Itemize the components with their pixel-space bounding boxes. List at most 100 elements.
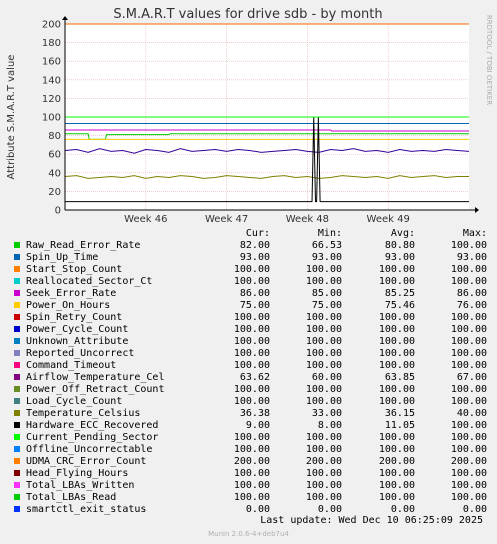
legend-avg: 100.00: [378, 324, 415, 335]
legend-row: Total_LBAs_Read 100.00 100.00 100.00 100.00: [12, 492, 492, 504]
legend-min: 100.00: [305, 468, 342, 479]
legend-name: Total_LBAs_Written: [26, 480, 135, 491]
legend-avg: 200.00: [378, 456, 415, 467]
legend-name: Power_On_Hours: [26, 300, 111, 311]
legend-avg: 100.00: [378, 444, 415, 455]
legend-row: Reported_Uncorrect 100.00 100.00 100.00 100.…: [12, 348, 492, 360]
legend-name: Head_Flying_Hours: [26, 468, 129, 479]
legend-min: 85.00: [311, 288, 342, 299]
legend-name: Spin_Retry_Count: [26, 312, 123, 323]
legend-avg: 63.85: [384, 372, 415, 383]
legend-row: Start_Stop_Count 100.00 100.00 100.00 100.00: [12, 264, 492, 276]
legend-max: 100.00: [450, 480, 487, 491]
legend-min: 100.00: [305, 360, 342, 371]
legend-avg: 100.00: [378, 312, 415, 323]
legend-cur: 86.00: [239, 288, 270, 299]
legend-table: Cur: Min: Avg: Max: Raw_Read_Error_Rate 8…: [12, 228, 492, 516]
legend-max: 100.00: [450, 348, 487, 359]
legend-row: Hardware_ECC_Recovered 9.00 8.00 11.05 100.0…: [12, 420, 492, 432]
legend-cur: 75.00: [239, 300, 270, 311]
legend-name: Load_Cycle_Count: [26, 396, 123, 407]
legend-row: Power_Off_Retract_Count 100.00 100.00 100.0…: [12, 384, 492, 396]
legend-avg: 93.00: [384, 252, 415, 263]
legend-max: 100.00: [450, 312, 487, 323]
legend-cur: 100.00: [233, 324, 270, 335]
y-tick-label: 60: [48, 150, 61, 161]
y-tick-label: 100: [42, 113, 61, 124]
y-tick-label: 40: [48, 168, 61, 179]
y-tick-label: 180: [42, 38, 61, 49]
legend-cur: 82.00: [239, 240, 270, 251]
legend-avg: 100.00: [378, 396, 415, 407]
legend-swatch: [14, 254, 20, 260]
legend-cur: 100.00: [233, 276, 270, 287]
y-tick-label: 140: [42, 75, 61, 86]
chart-area: 0 20 40 60 80 100 120 140 160 180 200 Week 46 Week 4…: [0, 0, 497, 230]
legend-swatch: [14, 446, 20, 452]
legend-name: Unknown_Attribute: [26, 336, 129, 347]
legend-row: Spin_Retry_Count 100.00 100.00 100.00 100.00: [12, 312, 492, 324]
y-axis-arrow-icon: [62, 16, 68, 20]
legend-cur: 63.62: [239, 372, 270, 383]
legend-cur: 100.00: [233, 348, 270, 359]
legend-max: 100.00: [450, 360, 487, 371]
legend-min: 33.00: [311, 408, 342, 419]
legend-cur: 100.00: [233, 432, 270, 443]
legend-row: Offline_Uncorrectable 100.00 100.00 100.00 1…: [12, 444, 492, 456]
x-axis-arrow-icon: [475, 207, 479, 213]
legend-avg: 100.00: [378, 336, 415, 347]
legend-header: Cur: Min: Avg: Max:: [12, 228, 492, 240]
legend-avg: 100.00: [378, 492, 415, 503]
legend-min: 100.00: [305, 264, 342, 275]
legend-max: 100.00: [450, 468, 487, 479]
legend-cur: 9.00: [245, 420, 270, 431]
legend-row: Seek_Error_Rate 86.00 85.00 85.25 86.00: [12, 288, 492, 300]
legend-avg: 100.00: [378, 264, 415, 275]
legend-row: Head_Flying_Hours 100.00 100.00 100.00 100.0…: [12, 468, 492, 480]
header-avg: Avg:: [390, 228, 415, 239]
legend-max: 93.00: [456, 252, 487, 263]
legend-row: Reallocated_Sector_Ct 100.00 100.00 100.00 1…: [12, 276, 492, 288]
legend-row: UDMA_CRC_Error_Count 200.00 200.00 200.00 20…: [12, 456, 492, 468]
legend-min: 100.00: [305, 312, 342, 323]
legend-cur: 100.00: [233, 336, 270, 347]
legend-row: Command_Timeout 100.00 100.00 100.00 100.00: [12, 360, 492, 372]
legend-row: Unknown_Attribute 100.00 100.00 100.00 100.0…: [12, 336, 492, 348]
legend-name: Spin_Up_Time: [26, 252, 99, 263]
last-update: Last update: Wed Dec 10 06:25:09 2025: [260, 515, 483, 526]
legend-row: Raw_Read_Error_Rate 82.00 66.53 80.80 100.00: [12, 240, 492, 252]
legend-min: 100.00: [305, 276, 342, 287]
legend-swatch: [14, 242, 20, 248]
legend-cur: 100.00: [233, 384, 270, 395]
y-axis-label: Attribute S.M.A.R.T value: [6, 55, 17, 180]
legend-row: Current_Pending_Sector 100.00 100.00 100.00…: [12, 432, 492, 444]
legend-row: Power_On_Hours 75.00 75.00 75.46 76.00: [12, 300, 492, 312]
legend-min: 100.00: [305, 444, 342, 455]
legend-name: smartctl_exit_status: [26, 504, 147, 515]
legend-max: 100.00: [450, 492, 487, 503]
legend-min: 200.00: [305, 456, 342, 467]
legend-swatch: [14, 386, 20, 392]
legend-name: Total_LBAs_Read: [26, 492, 117, 503]
legend-swatch: [14, 290, 20, 296]
legend-avg: 100.00: [378, 276, 415, 287]
legend-avg: 100.00: [378, 480, 415, 491]
legend-swatch: [14, 362, 20, 368]
legend-max: 100.00: [450, 396, 487, 407]
legend-max: 200.00: [450, 456, 487, 467]
legend-avg: 11.05: [384, 420, 415, 431]
legend-swatch: [14, 314, 20, 320]
legend-avg: 100.00: [378, 432, 415, 443]
rrdtool-credit: RRDTOOL / TOBI OETIKER: [485, 15, 493, 105]
legend-cur: 100.00: [233, 264, 270, 275]
legend-name: Power_Off_Retract_Count: [26, 384, 165, 395]
legend-row: Spin_Up_Time 93.00 93.00 93.00 93.00: [12, 252, 492, 264]
y-tick-label: 200: [42, 20, 61, 31]
y-tick-label: 80: [48, 131, 61, 142]
x-tick-label: Week 49: [367, 214, 410, 225]
legend-min: 100.00: [305, 396, 342, 407]
legend-row: Total_LBAs_Written 100.00 100.00 100.00 100.…: [12, 480, 492, 492]
legend-row: Airflow_Temperature_Cel 63.62 60.00 63.85 67…: [12, 372, 492, 384]
header-max: Max:: [462, 228, 487, 239]
legend-swatch: [14, 410, 20, 416]
